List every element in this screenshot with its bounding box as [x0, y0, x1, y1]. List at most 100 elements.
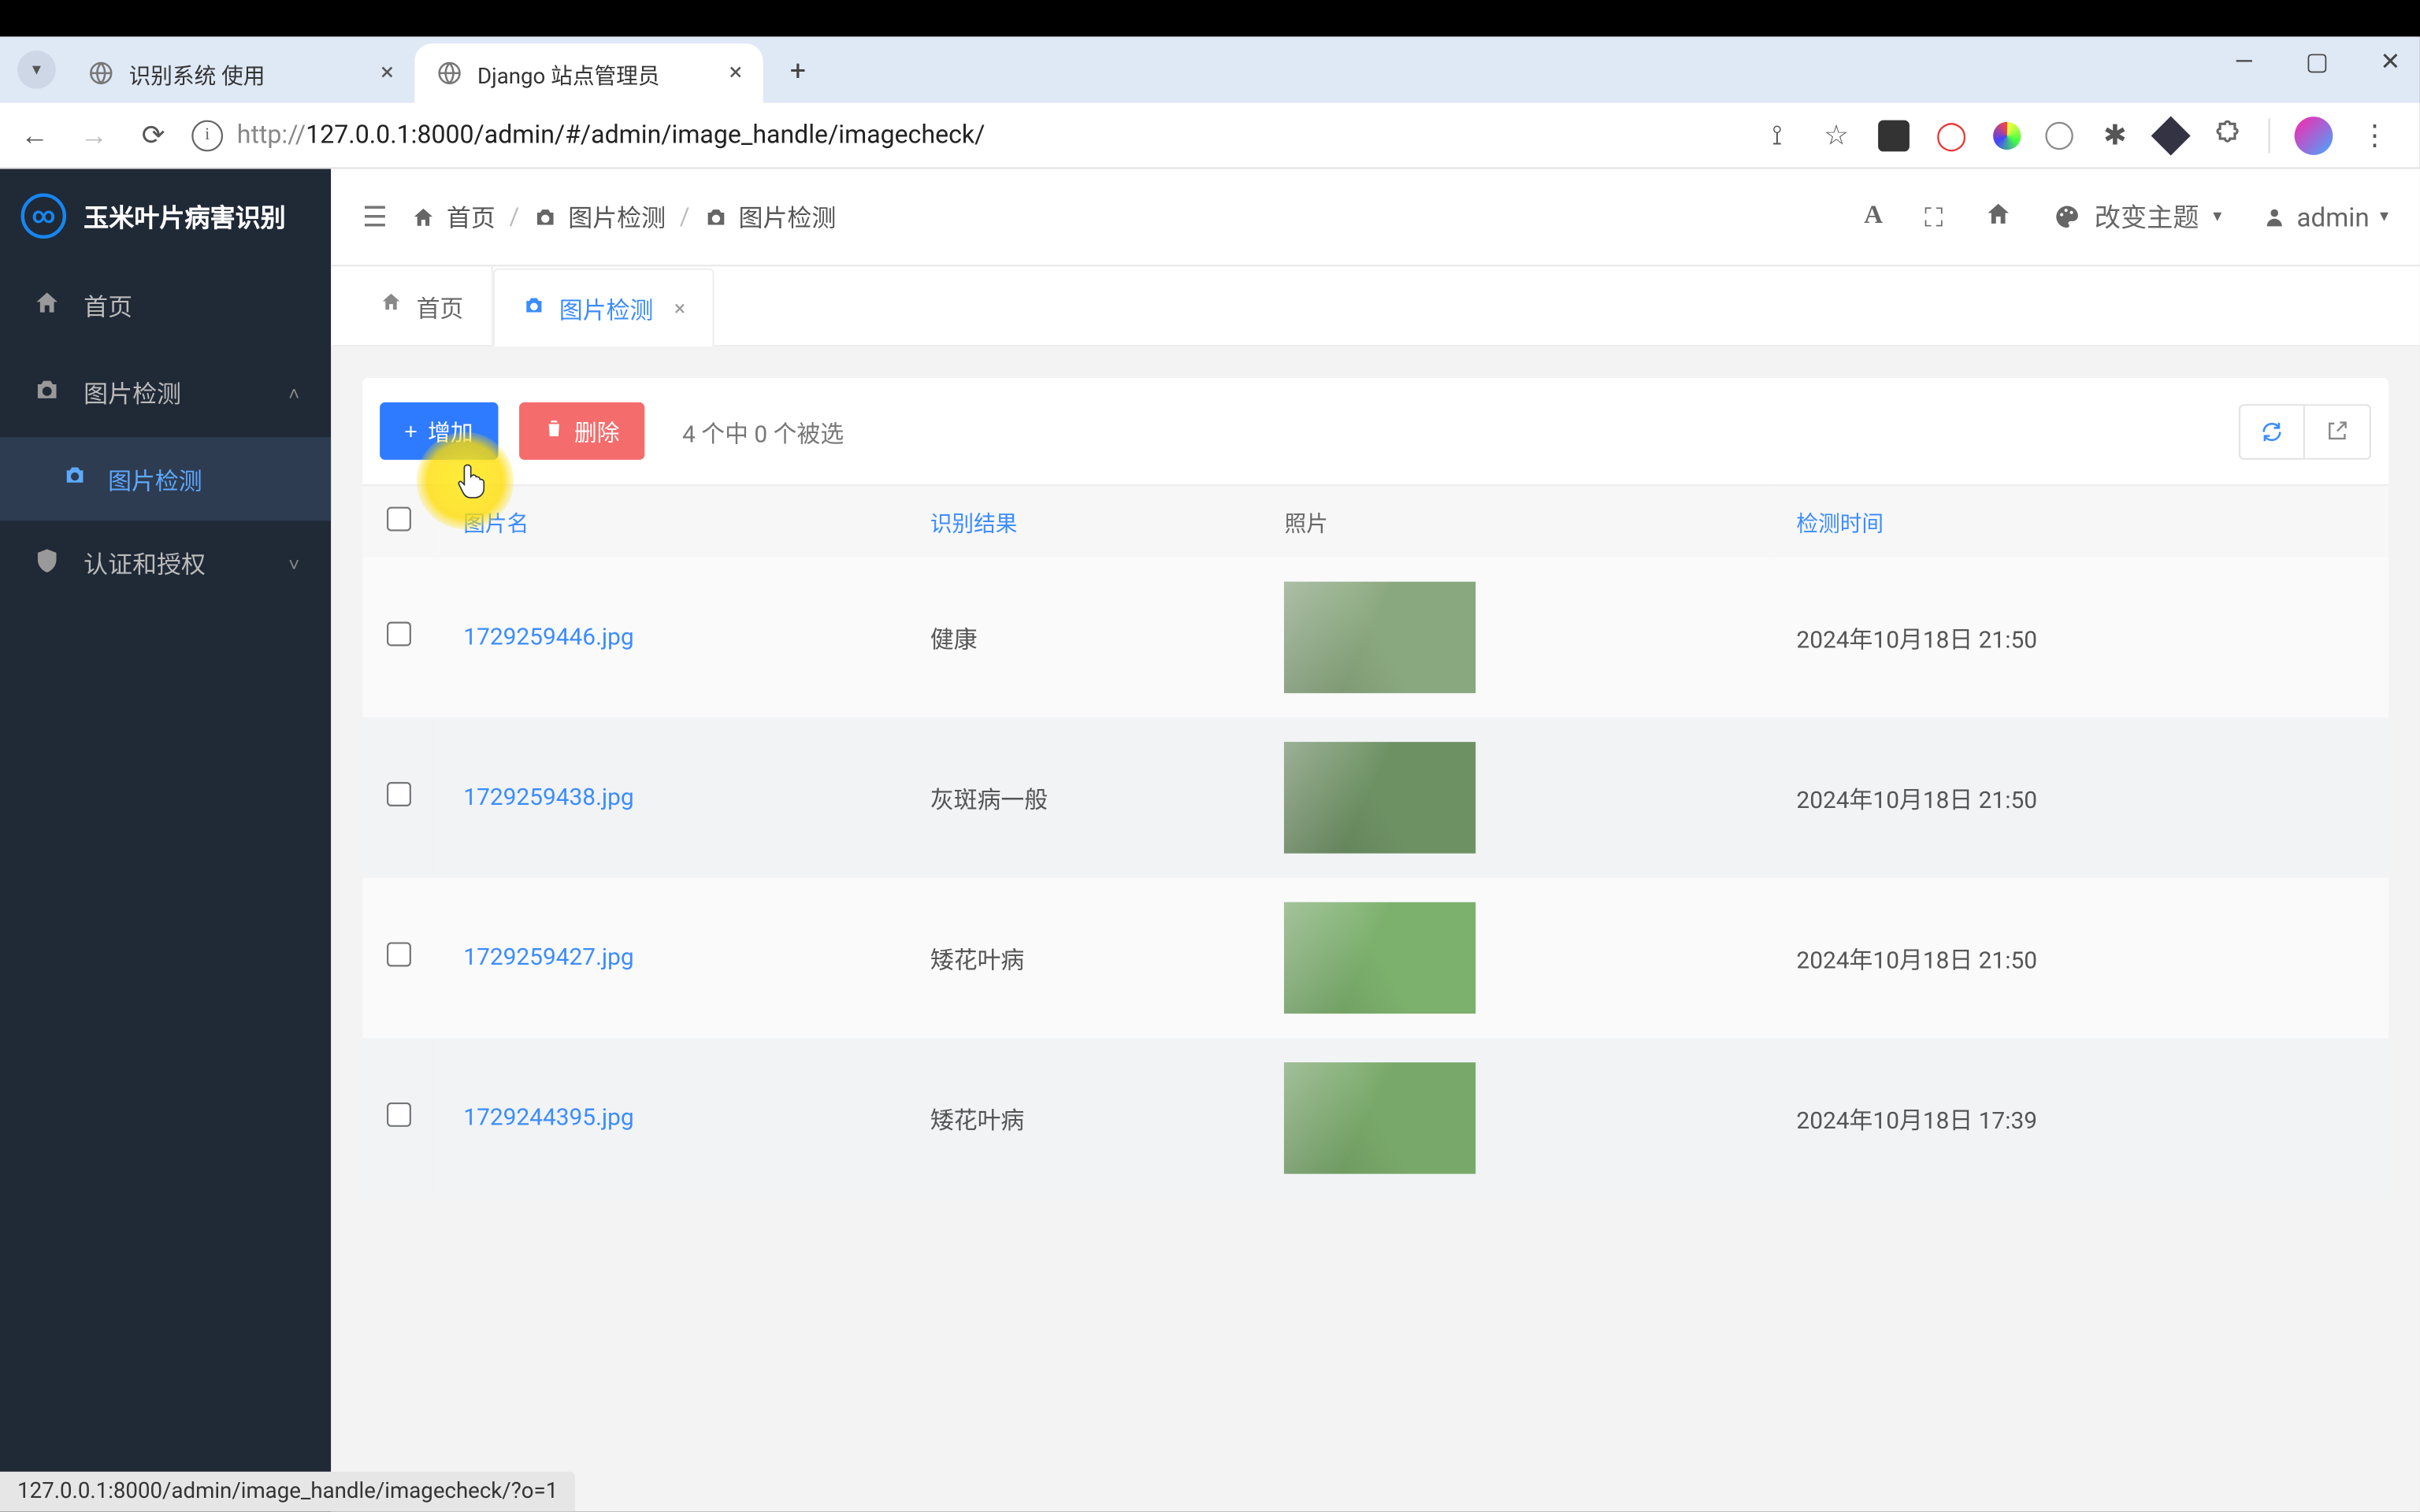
url-field[interactable]: http://127.0.0.1:8000/admin/#/admin/imag…: [237, 120, 1743, 150]
table-row: 1729244395.jpg 矮花叶病 2024年10月18日 17:39: [362, 1038, 2388, 1198]
row-photo-cell: [1260, 717, 1772, 877]
sidebar-label: 图片检测: [108, 461, 202, 496]
delete-button[interactable]: 删除: [518, 402, 644, 460]
font-icon[interactable]: A: [1864, 202, 1883, 232]
chevron-down-icon: ▾: [2213, 207, 2221, 226]
table-row: 1729259446.jpg 健康 2024年10月18日 21:50: [362, 558, 2388, 717]
sidebar-subitem-image-check[interactable]: 图片检测: [0, 437, 331, 521]
app-title: 玉米叶片病害识别: [84, 198, 286, 234]
breadcrumb-link[interactable]: 图片检测: [533, 199, 666, 234]
browser-tab-strip: ▾ 识别系统 使用 × Django 站点管理员 × + — ▢ ✕: [0, 36, 2420, 102]
add-button[interactable]: + 增加: [380, 402, 498, 460]
column-header-time[interactable]: 检测时间: [1772, 485, 2388, 558]
row-checkbox[interactable]: [387, 1102, 411, 1127]
breadcrumb-link[interactable]: 图片检测: [703, 199, 836, 234]
extension-icon[interactable]: [1878, 119, 1910, 150]
row-checkbox[interactable]: [387, 942, 411, 966]
forward-button[interactable]: →: [73, 114, 115, 156]
row-photo-cell: [1260, 558, 1772, 717]
logo-icon: ∞: [21, 193, 67, 239]
kebab-menu-icon[interactable]: ⋮: [2357, 117, 2392, 152]
row-name-link[interactable]: 1729244395.jpg: [439, 1038, 906, 1198]
leaf-thumbnail[interactable]: [1285, 742, 1476, 854]
address-bar-row: ← → ⟳ i http://127.0.0.1:8000/admin/#/ad…: [0, 102, 2420, 169]
sidebar-item-home[interactable]: 首页: [0, 263, 331, 350]
close-icon[interactable]: ×: [729, 59, 743, 87]
breadcrumb-link[interactable]: 首页: [412, 199, 496, 234]
extension-icon[interactable]: [2045, 121, 2073, 149]
new-tab-button[interactable]: +: [774, 46, 822, 94]
select-all-checkbox[interactable]: [387, 506, 411, 530]
table-row: 1729259438.jpg 灰斑病一般 2024年10月18日 21:50: [362, 717, 2388, 877]
leaf-thumbnail[interactable]: [1285, 902, 1476, 1014]
chevron-down-icon: ˅: [288, 553, 299, 576]
row-time: 2024年10月18日 21:50: [1772, 878, 2388, 1038]
back-button[interactable]: ←: [14, 114, 56, 156]
browser-tab[interactable]: 识别系统 使用 ×: [66, 43, 414, 102]
row-checkbox[interactable]: [387, 622, 411, 647]
maximize-icon[interactable]: ▢: [2302, 47, 2333, 79]
breadcrumb-separator: /: [680, 203, 690, 231]
sidebar-label: 首页: [84, 289, 132, 324]
home-icon: [32, 289, 63, 324]
row-name-link[interactable]: 1729259427.jpg: [439, 878, 906, 1038]
tab-title: 识别系统 使用: [129, 57, 367, 90]
row-checkbox[interactable]: [387, 782, 411, 806]
row-name-link[interactable]: 1729259446.jpg: [439, 558, 906, 717]
globe-icon: [87, 59, 115, 87]
sidebar-item-auth[interactable]: 认证和授权 ˅: [0, 521, 331, 608]
palette-icon: [2054, 204, 2080, 230]
chevron-down-icon: ▾: [2380, 207, 2388, 226]
row-result: 矮花叶病: [906, 878, 1260, 1038]
close-window-icon[interactable]: ✕: [2374, 47, 2406, 79]
row-time: 2024年10月18日 21:50: [1772, 717, 2388, 877]
app-logo[interactable]: ∞ 玉米叶片病害识别: [0, 169, 331, 263]
leaf-thumbnail[interactable]: [1285, 1062, 1476, 1174]
extension-icon[interactable]: ◯: [1934, 117, 1969, 152]
extensions-puzzle-icon[interactable]: [2209, 117, 2244, 152]
user-menu[interactable]: admin ▾: [2263, 201, 2388, 232]
tabs-dropdown-button[interactable]: ▾: [17, 50, 56, 89]
minimize-icon[interactable]: —: [2229, 47, 2260, 79]
close-icon[interactable]: ×: [380, 59, 394, 87]
sidebar-item-image-check[interactable]: 图片检测 ˄: [0, 350, 331, 438]
sidebar-label: 图片检测: [84, 376, 181, 411]
leaf-thumbnail[interactable]: [1285, 582, 1476, 694]
password-key-icon[interactable]: ⟟: [1760, 117, 1795, 152]
content-area: + 增加 删除 4 个中 0 个被选: [331, 346, 2420, 1512]
profile-avatar[interactable]: [2295, 116, 2333, 154]
top-bar: ☰ 首页 / 图片检测 / 图片检测: [331, 169, 2420, 267]
select-all-header: [362, 485, 439, 558]
refresh-button[interactable]: [2239, 403, 2305, 459]
home-icon: [380, 291, 403, 321]
page-tab-label: 首页: [417, 288, 464, 323]
home-icon[interactable]: [1984, 199, 2012, 234]
fullscreen-icon[interactable]: ⛶: [1924, 201, 1943, 232]
main-area: ☰ 首页 / 图片检测 / 图片检测: [331, 169, 2420, 1512]
extension-icon[interactable]: [2151, 115, 2191, 154]
browser-tab[interactable]: Django 站点管理员 ×: [414, 43, 763, 102]
theme-selector[interactable]: 改变主题 ▾: [2054, 198, 2221, 235]
user-icon: [2263, 206, 2286, 228]
chevron-up-icon: ˄: [288, 382, 299, 405]
sidebar: ∞ 玉米叶片病害识别 首页 图片检测 ˄ 图片检测: [0, 169, 331, 1512]
column-header-result[interactable]: 识别结果: [906, 485, 1260, 558]
row-result: 灰斑病一般: [906, 717, 1260, 877]
row-time: 2024年10月18日 17:39: [1772, 1038, 2388, 1198]
sidebar-toggle-button[interactable]: ☰: [362, 200, 388, 233]
table-toolbar: + 增加 删除 4 个中 0 个被选: [362, 378, 2388, 484]
open-external-button[interactable]: [2305, 403, 2371, 459]
page-tab-label: 图片检测: [559, 291, 653, 325]
camera-icon: [32, 376, 63, 411]
extension-icon[interactable]: [1993, 121, 2021, 149]
extension-icon[interactable]: ✱: [2098, 117, 2132, 152]
page-tab-home[interactable]: 首页: [352, 266, 493, 345]
sidebar-label: 认证和授权: [84, 547, 206, 581]
page-tab-image-check[interactable]: 图片检测 ×: [493, 269, 715, 347]
column-header-name[interactable]: 图片名: [439, 485, 906, 558]
reload-button[interactable]: ⟳: [132, 114, 174, 156]
bookmark-star-icon[interactable]: ☆: [1819, 117, 1854, 152]
row-name-link[interactable]: 1729259438.jpg: [439, 717, 906, 877]
site-info-icon[interactable]: i: [191, 119, 223, 150]
close-icon[interactable]: ×: [674, 296, 685, 321]
